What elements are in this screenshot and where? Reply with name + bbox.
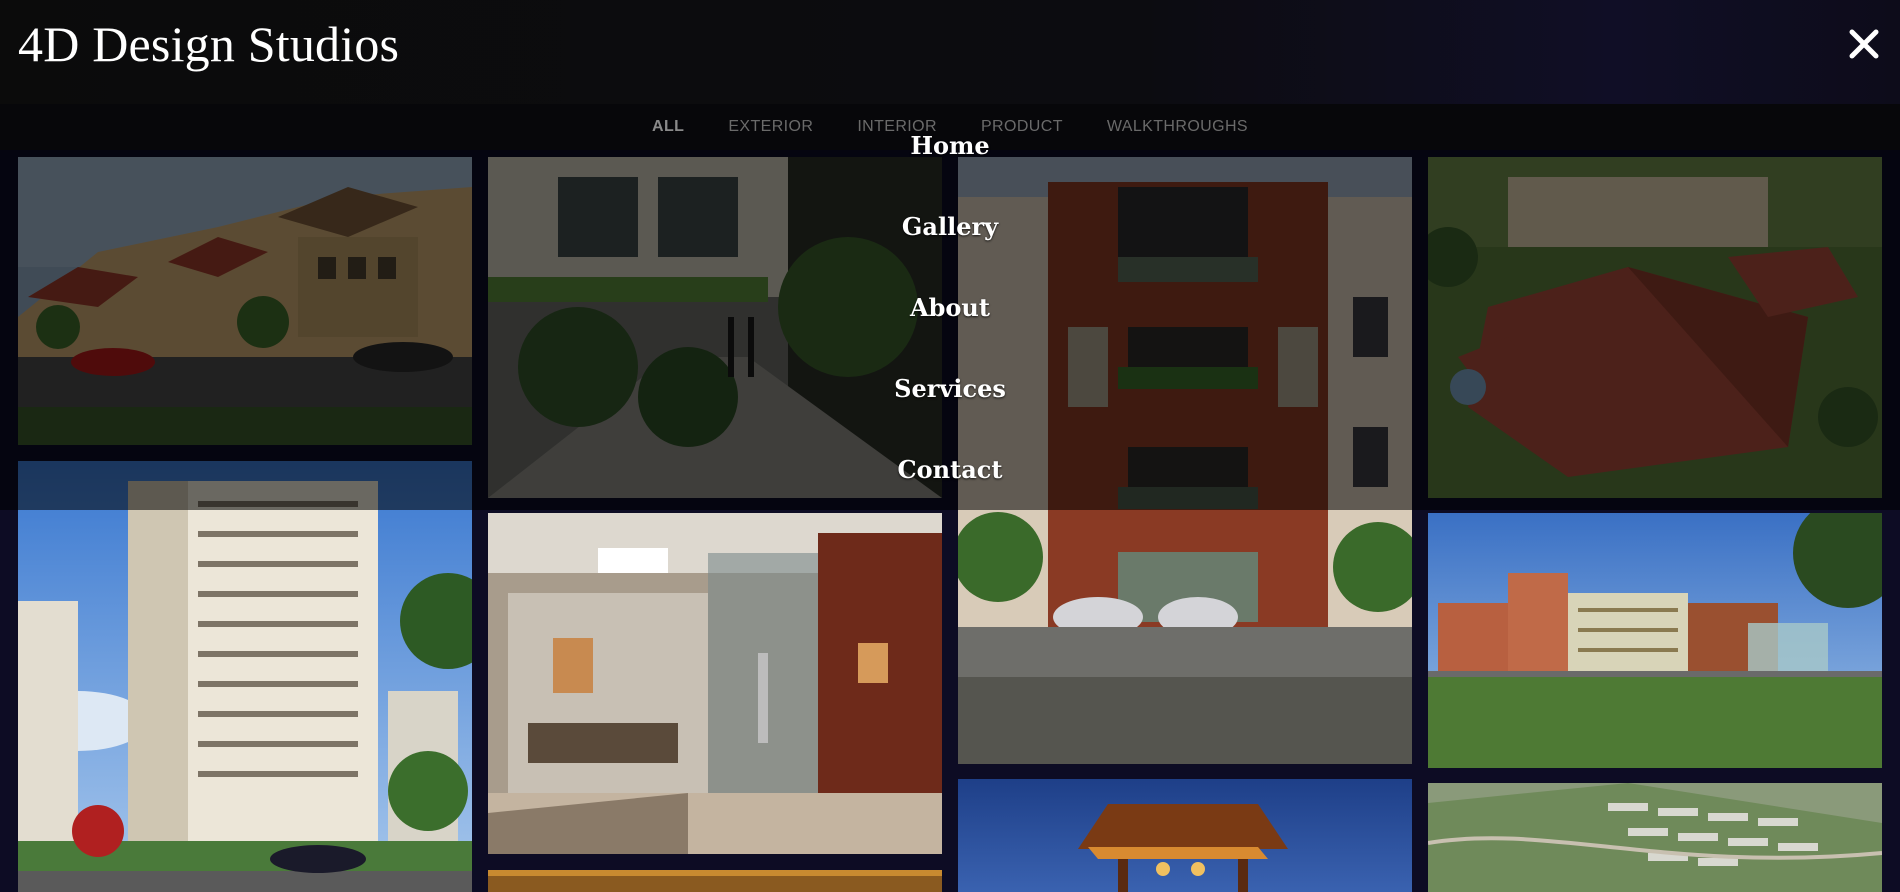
gallery-image-campus-buildings[interactable] [1428,513,1882,768]
site-header: 4D Design Studios [0,0,1900,104]
close-icon [1849,29,1879,59]
image-aerial-township [1428,783,1882,892]
nav-about[interactable]: About [850,290,1050,371]
gallery-image-aerial-township[interactable] [1428,783,1882,892]
gallery-image-office-interior[interactable] [488,513,942,854]
main-nav-menu: Home Gallery About Services Contact [0,128,1900,533]
close-menu-button[interactable] [1842,22,1886,66]
nav-contact[interactable]: Contact [850,452,1050,533]
nav-home[interactable]: Home [850,128,1050,209]
nav-services[interactable]: Services [850,371,1050,452]
image-interior-partial [488,870,942,892]
image-campus-buildings [1428,513,1882,768]
page: 4D Design Studios ALL EXTERIOR INTERIOR … [0,0,1900,892]
image-pergola [958,779,1412,892]
image-office-interior [488,513,942,854]
gallery-image-interior-partial[interactable] [488,870,942,892]
gallery-image-pergola[interactable] [958,779,1412,892]
brand-logo[interactable]: 4D Design Studios [18,14,399,74]
nav-gallery[interactable]: Gallery [850,209,1050,290]
